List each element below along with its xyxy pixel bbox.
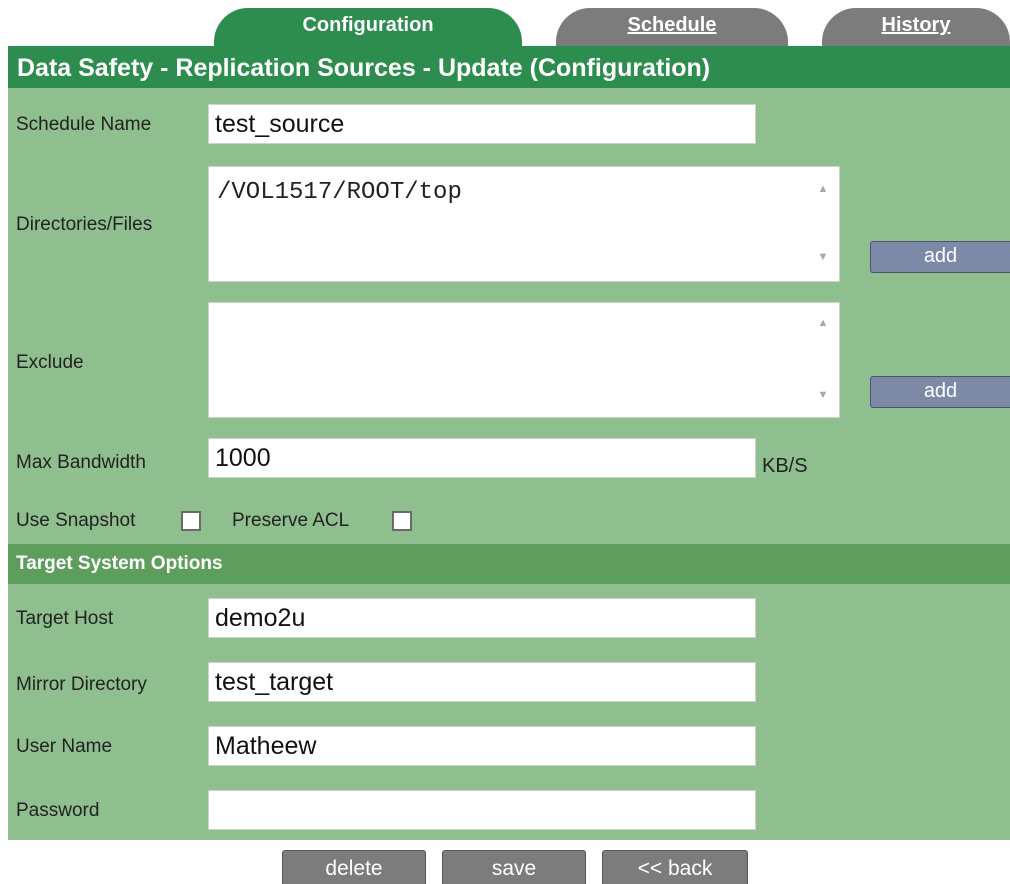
password-input[interactable] (208, 790, 756, 830)
scroll-up-arrow-icon[interactable]: ▲ (807, 317, 839, 329)
tab-schedule[interactable]: Schedule (556, 8, 788, 46)
user-name-input[interactable]: Matheew (208, 726, 756, 766)
exclude-textarea[interactable]: ▲ ▼ (208, 302, 840, 418)
page-title: Data Safety - Replication Sources - Upda… (8, 46, 1010, 88)
use-snapshot-label: Use Snapshot (16, 510, 136, 531)
add-exclude-button[interactable]: add (870, 376, 1010, 408)
tab-configuration[interactable]: Configuration (214, 8, 522, 46)
max-bandwidth-label: Max Bandwidth (16, 452, 146, 473)
directories-textarea[interactable]: /VOL1517/ROOT/top ▲ ▼ (208, 166, 840, 282)
preserve-acl-checkbox[interactable] (392, 511, 412, 531)
target-host-label: Target Host (16, 608, 114, 629)
scroll-up-arrow-icon[interactable]: ▲ (807, 183, 839, 195)
mirror-directory-label: Mirror Directory (16, 674, 147, 695)
back-button[interactable]: << back (602, 850, 748, 884)
schedule-name-input[interactable]: test_source (208, 104, 756, 144)
save-button[interactable]: save (442, 850, 586, 884)
target-host-input[interactable]: demo2u (208, 598, 756, 638)
password-label: Password (16, 800, 100, 821)
directories-label: Directories/Files (16, 214, 153, 235)
exclude-label: Exclude (16, 352, 84, 373)
max-bandwidth-input[interactable]: 1000 (208, 438, 756, 478)
exclude-scrollbar[interactable]: ▲ ▼ (807, 303, 839, 417)
scroll-down-arrow-icon[interactable]: ▼ (807, 389, 839, 401)
tab-history[interactable]: History (822, 8, 1010, 46)
mirror-directory-input[interactable]: test_target (208, 662, 756, 702)
use-snapshot-checkbox[interactable] (181, 511, 201, 531)
bandwidth-unit: KB/S (762, 455, 808, 477)
scroll-down-arrow-icon[interactable]: ▼ (807, 251, 839, 263)
user-name-label: User Name (16, 736, 113, 757)
delete-button[interactable]: delete (282, 850, 426, 884)
target-section-header: Target System Options (8, 544, 1010, 584)
schedule-name-label: Schedule Name (16, 114, 152, 135)
preserve-acl-label: Preserve ACL (232, 510, 350, 531)
directories-value: /VOL1517/ROOT/top (217, 179, 462, 206)
add-directory-button[interactable]: add (870, 241, 1010, 273)
directories-scrollbar[interactable]: ▲ ▼ (807, 167, 839, 281)
